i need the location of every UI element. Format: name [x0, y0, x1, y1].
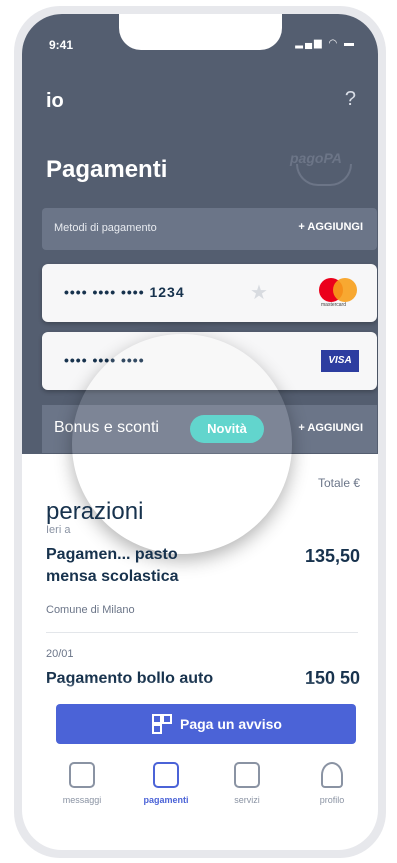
tab-pagamenti[interactable]: pagamenti: [126, 762, 206, 805]
bonus-section-header: Bonus e sconti Novità + AGGIUNGI: [42, 405, 377, 453]
total-label: Totale €: [317, 476, 360, 490]
tab-label: profilo: [319, 795, 345, 805]
tab-messaggi[interactable]: messaggi: [42, 762, 122, 805]
new-badge: Novità: [190, 415, 264, 443]
payment-methods-header: Metodi di pagamento + AGGIUNGI: [42, 208, 377, 250]
wallet-icon: [153, 762, 179, 788]
phone-frame: 9:41 ▂▄▆ ◠ ▬ io ? Pagamenti pagoPA Metod…: [14, 6, 386, 858]
pay-notice-label: Paga un avviso: [180, 716, 282, 732]
add-payment-method-button[interactable]: + AGGIUNGI: [298, 221, 363, 233]
page-title: Pagamenti: [46, 156, 168, 183]
status-icons: ▂▄▆ ◠ ▬: [295, 38, 356, 49]
card-number: •••• •••• •••• 1234: [64, 284, 185, 300]
chat-icon: [69, 762, 95, 788]
tab-label: servizi: [234, 795, 260, 805]
help-button[interactable]: ?: [345, 88, 356, 111]
operation-amount: 135,50: [304, 546, 360, 566]
add-bonus-button[interactable]: + AGGIUNGI: [298, 422, 363, 434]
visa-logo: VISA: [321, 350, 359, 372]
app-screen: 9:41 ▂▄▆ ◠ ▬ io ? Pagamenti pagoPA Metod…: [22, 14, 378, 850]
device-notch: [119, 14, 282, 50]
app-logo: io: [46, 90, 64, 112]
payment-card-mastercard[interactable]: •••• •••• •••• 1234 ★ mastercard: [42, 264, 377, 322]
operation-title: Pagamen... pasto mensa scolastica: [46, 546, 179, 585]
tab-profilo[interactable]: profilo: [292, 762, 372, 805]
operation-date: 20/01: [46, 648, 74, 660]
operation-subtitle: Comune di Milano: [46, 604, 135, 616]
tab-servizi[interactable]: servizi: [207, 762, 287, 805]
bottom-tab-bar: messaggi pagamenti servizi profilo: [22, 762, 378, 832]
operations-title: perazioni: [46, 498, 144, 525]
operations-section-label: Ieri a: [46, 524, 71, 536]
pagopa-arc: [296, 164, 352, 186]
status-time: 9:41: [49, 38, 74, 52]
pagopa-logo: pagoPA: [290, 150, 354, 188]
tab-label: pagamenti: [143, 795, 189, 805]
payment-card-visa[interactable]: •••• •••• •••• VISA: [42, 332, 377, 390]
payment-methods-label: Metodi di pagamento: [54, 222, 157, 234]
card-number: •••• •••• ••••: [64, 352, 145, 368]
divider: [46, 632, 358, 633]
qr-code-icon: [152, 714, 172, 734]
list-fade: [22, 680, 378, 704]
tab-label: messaggi: [62, 795, 102, 805]
bonus-label: Bonus e sconti: [54, 419, 159, 436]
mastercard-logo: mastercard: [315, 278, 359, 308]
pay-notice-button[interactable]: Paga un avviso: [56, 704, 356, 744]
person-icon: [321, 762, 343, 788]
services-icon: [234, 762, 260, 788]
favorite-star-icon[interactable]: ★: [250, 280, 268, 305]
